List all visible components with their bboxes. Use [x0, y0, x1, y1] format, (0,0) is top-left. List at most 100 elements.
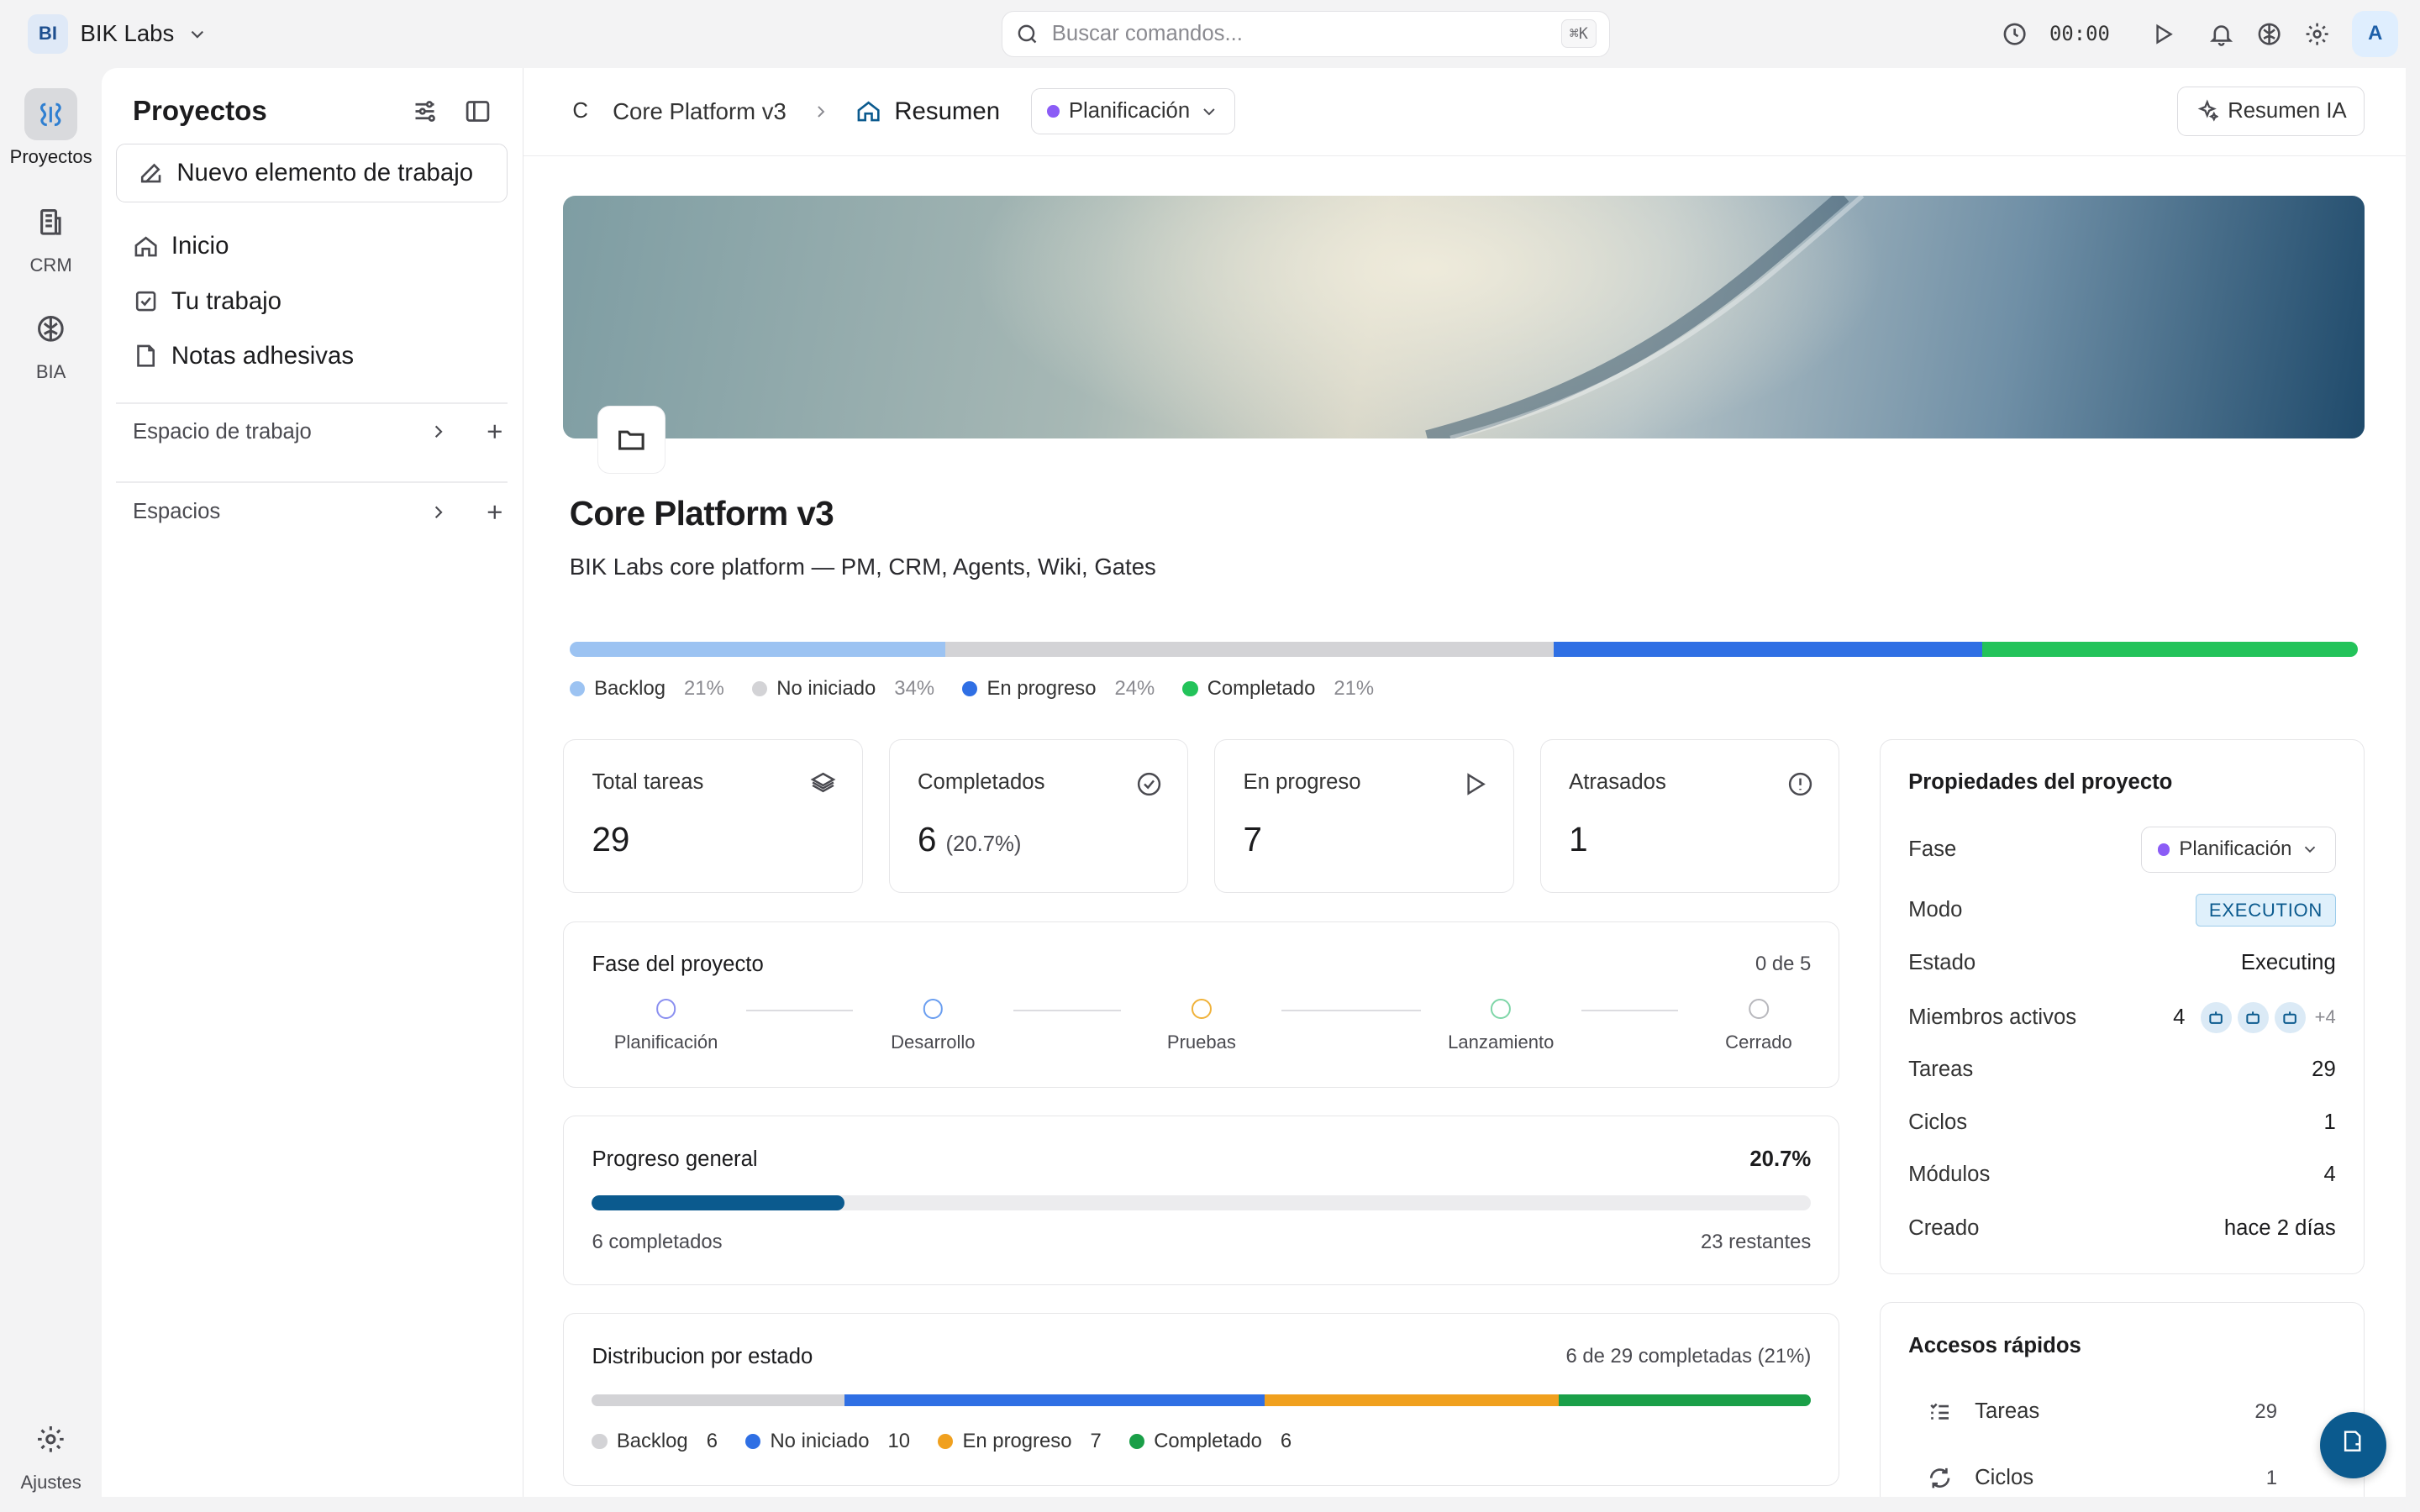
layers-icon [809, 770, 837, 805]
phase-step-label: Pruebas [1166, 1031, 1236, 1053]
phase-step-label: Desarrollo [891, 1031, 976, 1053]
progress-fill [592, 1194, 844, 1210]
prop-value: 1 [2323, 1110, 2336, 1134]
phase-stepper: Planificación Desarrollo Pruebas Lanzamient… [592, 999, 1811, 1060]
rail-item-settings[interactable]: Ajustes [0, 1413, 102, 1494]
shortcut-hint: ⌘K [1560, 19, 1597, 49]
stat-card: En progreso 7 [1214, 738, 1514, 894]
phase-step[interactable]: Pruebas [1167, 999, 1236, 1053]
phase-step-label: Cerrado [1725, 1031, 1792, 1053]
phase-select[interactable]: Planificación [2141, 826, 2336, 873]
note-icon [133, 343, 159, 369]
phase-step[interactable]: Cerrado [1725, 999, 1792, 1053]
gear-icon[interactable] [2304, 21, 2330, 47]
phase-circle [1491, 999, 1512, 1020]
phase-dot [1047, 105, 1060, 118]
members-more: +4 [2314, 1006, 2336, 1028]
floating-notes-button[interactable] [2319, 1411, 2386, 1478]
rail-label-crm: CRM [29, 255, 72, 276]
rail-item-bia[interactable]: BIA [0, 302, 102, 383]
chevron-right-icon [811, 102, 831, 122]
members-group[interactable]: 4 +4 [2173, 1002, 2336, 1033]
distribution-card: Distribucion por estado 6 de 29 completa… [563, 1313, 1840, 1486]
prop-key: Ciclos [1908, 1110, 1968, 1134]
rail-item-crm[interactable]: CRM [0, 196, 102, 276]
legend-dot [938, 1433, 954, 1449]
quick-access-item-ciclos[interactable]: Ciclos 1 [1927, 1465, 2277, 1491]
legend-label: No iniciado [770, 1429, 870, 1452]
sidebar-item-inicio[interactable]: Inicio [133, 219, 503, 274]
sidebar-item-tu-trabajo[interactable]: Tu trabajo [133, 274, 503, 328]
rail-item-projects[interactable]: Proyectos [0, 87, 102, 169]
prop-row-modulos: Módulos 4 [1908, 1163, 2336, 1187]
stat-value: 29 [592, 820, 630, 859]
sidebar-divider [115, 481, 508, 483]
legend-count: 7 [1090, 1429, 1102, 1452]
sidebar-toggle-icon[interactable] [464, 97, 492, 125]
phase-step[interactable]: Desarrollo [891, 999, 976, 1053]
project-title: Core Platform v3 [569, 493, 834, 533]
prop-value: 4 [2323, 1163, 2336, 1187]
prop-value: 29 [2312, 1058, 2336, 1082]
sidebar-item-notas[interactable]: Notas adhesivas [133, 328, 503, 383]
legend-dot [745, 1433, 761, 1449]
distribution-title: Distribucion por estado [592, 1344, 813, 1368]
phase-step-label: Lanzamiento [1448, 1031, 1555, 1053]
legend-label: En progreso [962, 1429, 1072, 1452]
chevron-down-icon [2301, 840, 2319, 858]
prop-row-creado: Creado hace 2 días [1908, 1216, 2336, 1241]
chevron-right-icon[interactable] [428, 421, 450, 443]
section-spaces[interactable]: Espacios [133, 500, 506, 524]
section-workspace[interactable]: Espacio de trabajo [133, 420, 506, 444]
sidebar-item-label: Inicio [171, 232, 229, 260]
new-work-item-button[interactable]: Nuevo elemento de trabajo [115, 143, 508, 202]
stat-value: 7 [1243, 820, 1262, 859]
status-stacked-bar [569, 642, 2359, 658]
prop-key: Estado [1908, 951, 1976, 975]
workspace-badge: BI [28, 13, 68, 55]
legend-dot [1128, 1433, 1145, 1449]
project-initial: C [572, 99, 588, 123]
legend-dot [962, 681, 978, 697]
folder-icon[interactable] [597, 406, 666, 474]
phase-step[interactable]: Planificación [614, 999, 718, 1053]
command-search[interactable]: Buscar comandos... ⌘K [1002, 10, 1610, 57]
rail-label-projects: Proyectos [9, 146, 92, 168]
rail-label-bia: BIA [35, 360, 66, 382]
quick-access-count: 29 [2254, 1399, 2277, 1423]
play-timer-icon[interactable] [2150, 22, 2175, 46]
bell-icon[interactable] [2208, 21, 2234, 47]
play-icon [1460, 770, 1488, 805]
sparkles-icon [2196, 99, 2219, 123]
distribution-summary: 6 de 29 completadas (21%) [1565, 1344, 1812, 1368]
legend-percent: 34% [894, 677, 935, 701]
workspace-switcher[interactable]: BI BIK Labs [28, 13, 208, 55]
breadcrumb-project[interactable]: Core Platform v3 [613, 98, 786, 125]
phase-dropdown[interactable]: Planificación [1030, 88, 1236, 135]
stat-label: Total tareas [592, 770, 704, 795]
note-icon [2340, 1429, 2365, 1460]
distribution-legend-item: No iniciado 10 [745, 1430, 910, 1453]
quick-access-label: Tareas [1975, 1399, 2040, 1424]
phase-step[interactable]: Lanzamiento [1448, 999, 1554, 1053]
legend-count: 6 [706, 1429, 718, 1452]
brain-icon[interactable] [2256, 21, 2282, 47]
plus-icon[interactable] [483, 501, 507, 524]
legend-label: Backlog [594, 677, 666, 701]
plus-icon[interactable] [483, 420, 507, 444]
stat-card: Total tareas 29 [563, 738, 863, 894]
sliders-icon[interactable] [411, 97, 439, 125]
phase-circle [1191, 999, 1212, 1020]
distribution-segment [844, 1394, 1265, 1407]
clock-icon[interactable] [2002, 21, 2028, 47]
bot-avatar-icon [2274, 1002, 2306, 1033]
chevron-right-icon[interactable] [428, 501, 450, 523]
section-label: Espacio de trabajo [132, 419, 312, 444]
sidebar-header: Proyectos [133, 96, 492, 128]
phase-dot [2157, 843, 2170, 856]
phase-card-title: Fase del proyecto [592, 953, 764, 977]
ai-summary-button[interactable]: Resumen IA [2177, 86, 2365, 136]
legend-dot [569, 681, 586, 697]
quick-access-item-tareas[interactable]: Tareas 29 [1927, 1399, 2277, 1425]
user-avatar[interactable]: A [2352, 10, 2399, 57]
